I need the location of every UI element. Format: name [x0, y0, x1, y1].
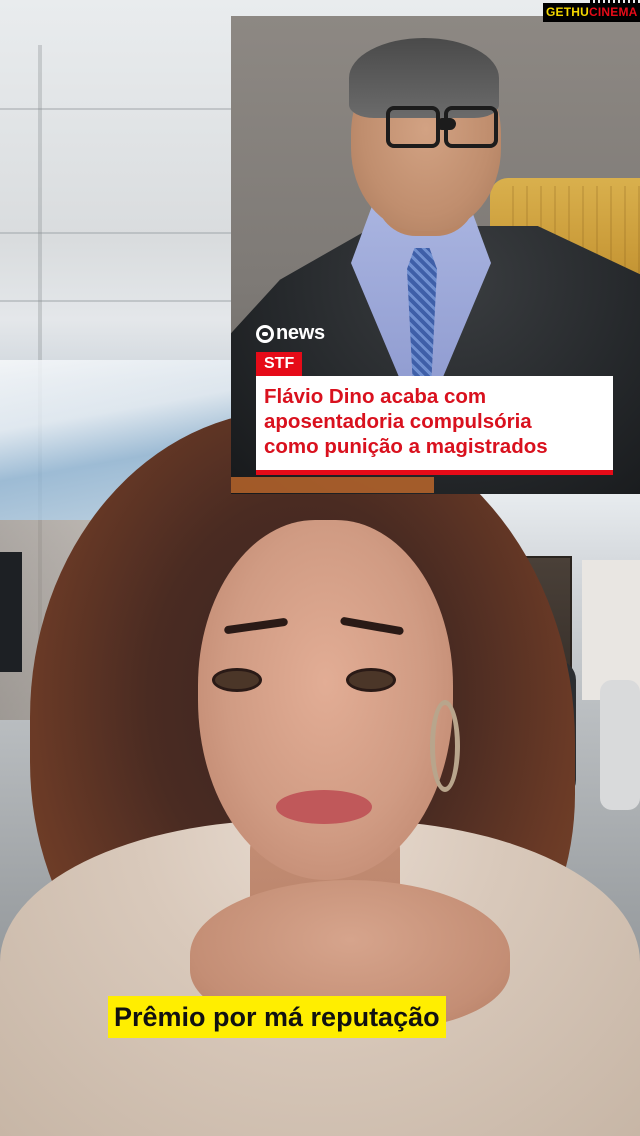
category-badge: STF — [256, 352, 303, 376]
door — [582, 560, 640, 700]
glasses-icon — [386, 106, 498, 148]
subtitle-caption: Prêmio por má reputação — [108, 996, 446, 1038]
headline-line: aposentadoria compulsória — [264, 410, 532, 433]
presenter-lips — [276, 790, 372, 824]
news-logo-text: news — [276, 322, 325, 344]
presenter-eye — [212, 668, 262, 692]
watermark-text: GETHU — [546, 5, 589, 19]
progress-strip — [231, 477, 434, 493]
watermark-logo: GETHUCINEMA — [543, 3, 640, 22]
headline-box: Flávio Dino acaba com aposentadoria comp… — [256, 376, 613, 475]
wall-tv — [0, 552, 22, 672]
globo-logo-icon — [256, 324, 274, 343]
video-frame[interactable]: news STF Flávio Dino acaba com aposentad… — [0, 0, 640, 1136]
presenter-face — [198, 520, 453, 880]
watermark-text-accent: CINEMA — [589, 5, 638, 19]
headline-line: como punição a magistrados — [264, 435, 548, 458]
headline-line: Flávio Dino acaba com — [264, 385, 487, 408]
news-logo: news — [256, 322, 325, 345]
news-image-card: news STF Flávio Dino acaba com aposentad… — [231, 16, 640, 494]
presenter-eye — [346, 668, 396, 692]
office-chair — [600, 680, 640, 810]
presenter-earring — [430, 700, 460, 792]
